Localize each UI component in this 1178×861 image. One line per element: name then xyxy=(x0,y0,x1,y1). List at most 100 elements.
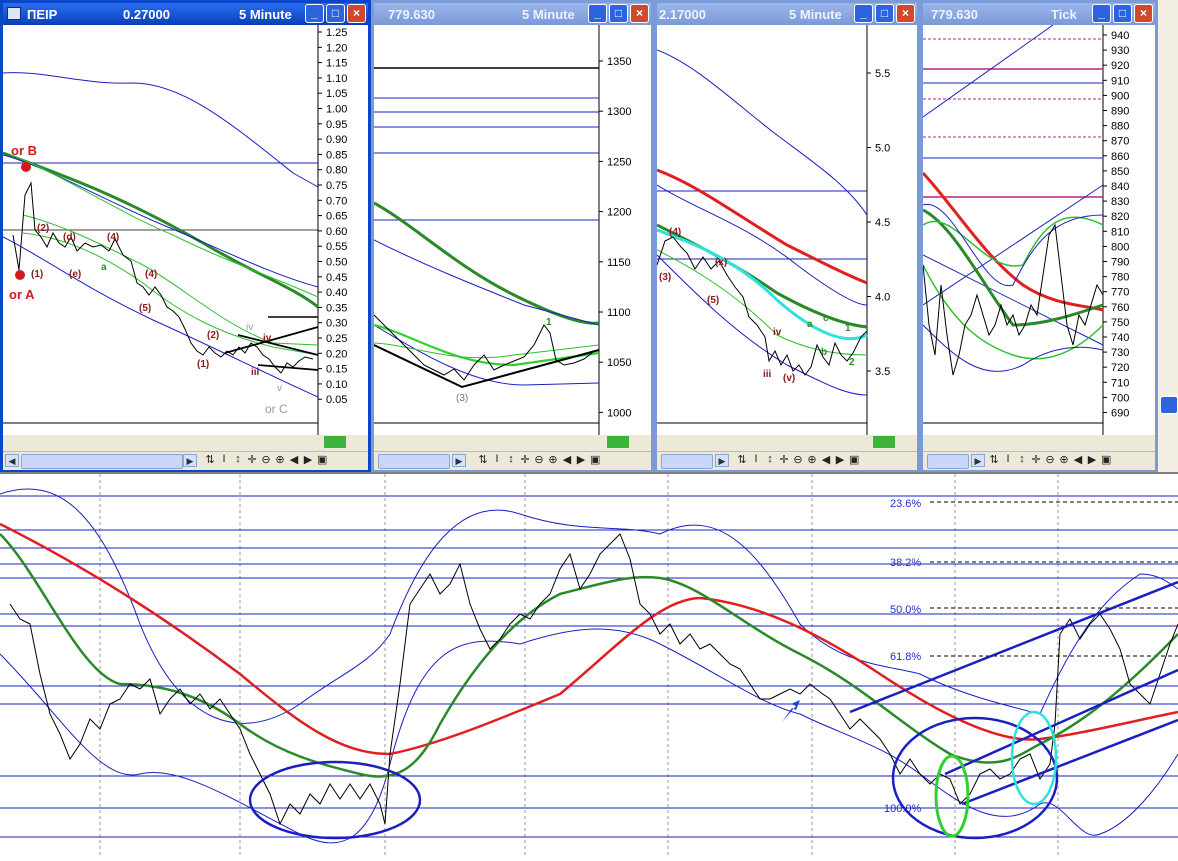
window-menu-icon[interactable]: ▣ xyxy=(317,453,327,466)
cursor-icon[interactable]: I xyxy=(492,453,502,466)
window-titlebar[interactable]: 779.630 Tick _ □ × xyxy=(923,3,1155,25)
wave-label-or-c: or C xyxy=(265,402,288,416)
minimize-icon[interactable]: _ xyxy=(1092,4,1111,23)
main-chart[interactable]: 23.6% 38.2% 50.0% 61.8% 100.0% xyxy=(0,472,1178,856)
y-tick-label: 720 xyxy=(1111,362,1129,374)
zoom-in-icon[interactable]: ⊕ xyxy=(548,453,558,466)
horizontal-scrollbar[interactable]: ◀ ▶ ⇅ I ↕ ✛ ⊖ ⊕ ◀ ▶ ▣ xyxy=(3,451,368,470)
cursor-icon[interactable]: I xyxy=(219,453,229,466)
scroll-thumb[interactable] xyxy=(927,454,969,469)
vertical-move-icon[interactable]: ↕ xyxy=(1017,453,1027,466)
price-chart[interactable]: 5.55.04.54.03.53.02.52.01.51.0 (3) (4) (… xyxy=(657,25,917,435)
zoom-out-icon[interactable]: ⊖ xyxy=(1045,453,1055,466)
window-price: 2.17000 xyxy=(659,7,706,22)
refresh-icon[interactable]: ⇅ xyxy=(478,453,488,466)
vertical-move-icon[interactable]: ↕ xyxy=(506,453,516,466)
y-tick-label: 890 xyxy=(1111,106,1129,118)
vertical-move-icon[interactable]: ↕ xyxy=(233,453,243,466)
chart-window-3[interactable]: 2.17000 5 Minute _ □ × 5.55.04.54.03.53.… xyxy=(654,0,920,472)
close-icon[interactable]: × xyxy=(347,4,366,23)
chart-svg-4: 940 930 920 910 900 890 880 870 860 850 840 830 820 8… xyxy=(923,25,1129,435)
wave-label-or-b: or B xyxy=(11,143,37,158)
scroll-right-icon[interactable]: ▶ xyxy=(715,454,729,467)
maximize-icon[interactable]: □ xyxy=(875,4,894,23)
cursor-icon[interactable]: I xyxy=(1003,453,1013,466)
y-tick-label: 0.75 xyxy=(326,180,347,192)
y-tick-label: 4.0 xyxy=(875,292,890,304)
y-tick-label: 0.85 xyxy=(326,149,347,161)
zoom-in-icon[interactable]: ⊕ xyxy=(275,453,285,466)
wave-label: (2) xyxy=(37,223,49,234)
restore-icon[interactable] xyxy=(1160,396,1178,414)
y-tick-label: 1050 xyxy=(607,357,631,369)
zoom-out-icon[interactable]: ⊖ xyxy=(261,453,271,466)
window-menu-icon[interactable]: ▣ xyxy=(849,453,859,466)
maximize-icon[interactable]: □ xyxy=(609,4,628,23)
scroll-right-icon[interactable]: ▶ xyxy=(1087,453,1097,466)
scroll-right-icon[interactable]: ▶ xyxy=(576,453,586,466)
zoom-out-icon[interactable]: ⊖ xyxy=(793,453,803,466)
y-tick-label: 780 xyxy=(1111,272,1129,284)
scroll-thumb[interactable] xyxy=(378,454,450,469)
refresh-icon[interactable]: ⇅ xyxy=(205,453,215,466)
scroll-left-icon[interactable]: ◀ xyxy=(289,453,299,466)
scroll-right-icon[interactable]: ▶ xyxy=(971,454,985,467)
window-price: 779.630 xyxy=(388,7,435,22)
chart-window-1[interactable]: ПEIP 0.27000 5 Minute _ □ × 1.25 1.20 1.15… xyxy=(0,0,371,472)
cursor-icon[interactable]: I xyxy=(751,453,761,466)
wave-label: (3) xyxy=(659,272,671,283)
window-titlebar[interactable]: ПEIP 0.27000 5 Minute _ □ × xyxy=(3,3,368,25)
scroll-right-icon[interactable]: ▶ xyxy=(452,454,466,467)
close-icon[interactable]: × xyxy=(1134,4,1153,23)
y-tick-label: 870 xyxy=(1111,136,1129,148)
price-chart[interactable]: 1.25 1.20 1.15 1.10 1.05 1.00 0.95 0.90 0.85 0.80… xyxy=(3,25,368,435)
vertical-move-icon[interactable]: ↕ xyxy=(765,453,775,466)
y-tick-label: 1.25 xyxy=(326,27,347,39)
minimize-icon[interactable]: _ xyxy=(305,4,324,23)
horizontal-scrollbar[interactable]: ▶ ⇅ I ↕ ✛ ⊖ ⊕ ◀ ▶ ▣ xyxy=(657,451,917,470)
zoom-out-icon[interactable]: ⊖ xyxy=(534,453,544,466)
minimize-icon[interactable]: _ xyxy=(854,4,873,23)
window-menu-icon[interactable]: ▣ xyxy=(1101,453,1111,466)
close-icon[interactable]: × xyxy=(630,4,649,23)
scroll-thumb[interactable] xyxy=(21,454,183,469)
window-titlebar[interactable]: 2.17000 5 Minute _ □ × xyxy=(657,3,917,25)
price-chart[interactable]: 1350130012501200115011001050100095090085… xyxy=(374,25,651,435)
maximize-icon[interactable]: □ xyxy=(326,4,345,23)
window-menu-icon[interactable]: ▣ xyxy=(590,453,600,466)
y-tick-label: 1.00 xyxy=(326,104,347,116)
chart-window-2[interactable]: 779.630 5 Minute _ □ × 1350 1300 1250 1200 1… xyxy=(371,0,654,472)
scroll-left-icon[interactable]: ◀ xyxy=(562,453,572,466)
move-icon[interactable]: ✛ xyxy=(520,453,530,466)
y-tick-label: 3.5 xyxy=(875,366,890,378)
chart-window-4[interactable]: 779.630 Tick _ □ × 940 930 920 910 900 890 880… xyxy=(920,0,1158,472)
refresh-icon[interactable]: ⇅ xyxy=(989,453,999,466)
scroll-left-icon[interactable]: ◀ xyxy=(1073,453,1083,466)
scroll-thumb[interactable] xyxy=(661,454,713,469)
horizontal-scrollbar[interactable]: ▶ ⇅ I ↕ ✛ ⊖ ⊕ ◀ ▶ ▣ xyxy=(923,451,1155,470)
window-titlebar[interactable]: 779.630 5 Minute _ □ × xyxy=(374,3,651,25)
y-tick-label: 0.50 xyxy=(326,257,347,269)
horizontal-scrollbar[interactable]: ▶ ⇅ I ↕ ✛ ⊖ ⊕ ◀ ▶ ▣ xyxy=(374,451,651,470)
wave-label: (d) xyxy=(63,232,76,243)
move-icon[interactable]: ✛ xyxy=(247,453,257,466)
zoom-in-icon[interactable]: ⊕ xyxy=(807,453,817,466)
price-chart[interactable]: 940 930 920 910 900 890 880 870 860 850 840 830 820 8… xyxy=(923,25,1155,435)
scroll-right-icon[interactable]: ▶ xyxy=(303,453,313,466)
scroll-left-icon[interactable]: ◀ xyxy=(821,453,831,466)
move-icon[interactable]: ✛ xyxy=(1031,453,1041,466)
move-icon[interactable]: ✛ xyxy=(779,453,789,466)
y-tick-label: 1.05 xyxy=(326,88,347,100)
minimize-icon[interactable]: _ xyxy=(588,4,607,23)
wave-label: 1 xyxy=(845,323,851,334)
scroll-left-icon[interactable]: ◀ xyxy=(5,454,19,467)
close-icon[interactable]: × xyxy=(896,4,915,23)
zoom-in-icon[interactable]: ⊕ xyxy=(1059,453,1069,466)
refresh-icon[interactable]: ⇅ xyxy=(737,453,747,466)
maximize-icon[interactable]: □ xyxy=(1113,4,1132,23)
main-chart-svg: 23.6% 38.2% 50.0% 61.8% 100.0% xyxy=(0,474,1178,856)
y-tick-label: 900 xyxy=(1111,90,1129,102)
scroll-right-icon[interactable]: ▶ xyxy=(183,454,197,467)
wave-label: iv xyxy=(246,322,253,333)
scroll-right-icon[interactable]: ▶ xyxy=(835,453,845,466)
